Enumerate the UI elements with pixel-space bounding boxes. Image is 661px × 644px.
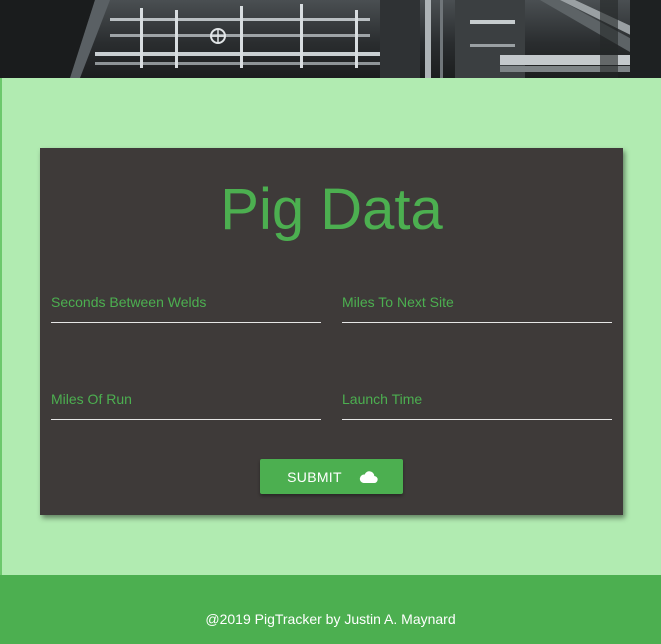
seconds-between-welds-input[interactable] [51,302,321,320]
submit-button-label: SUBMIT [287,468,342,485]
cloud-icon [359,470,378,484]
miles-to-next-site-field[interactable]: Miles To Next Site [342,294,612,334]
miles-of-run-field[interactable]: Miles Of Run [51,391,321,431]
submit-button[interactable]: SUBMIT [260,459,403,494]
seconds-between-welds-field[interactable]: Seconds Between Welds [51,294,321,334]
banner-photo-graphic [0,0,661,78]
miles-to-next-site-underline [342,322,612,323]
page: Pig Data Seconds Between Welds Miles To … [0,0,661,644]
form-title: Pig Data [220,177,443,242]
miles-of-run-underline [51,419,321,420]
launch-time-underline [342,419,612,420]
footer: @2019 PigTracker by Justin A. Maynard [0,575,661,644]
launch-time-input[interactable] [342,399,612,417]
miles-to-next-site-input[interactable] [342,302,612,320]
seconds-between-welds-underline [51,322,321,323]
header-banner-image [0,0,661,78]
page-left-edge [0,78,2,575]
miles-of-run-input[interactable] [51,399,321,417]
footer-copyright: @2019 PigTracker by Justin A. Maynard [205,611,456,627]
launch-time-field[interactable]: Launch Time [342,391,612,431]
